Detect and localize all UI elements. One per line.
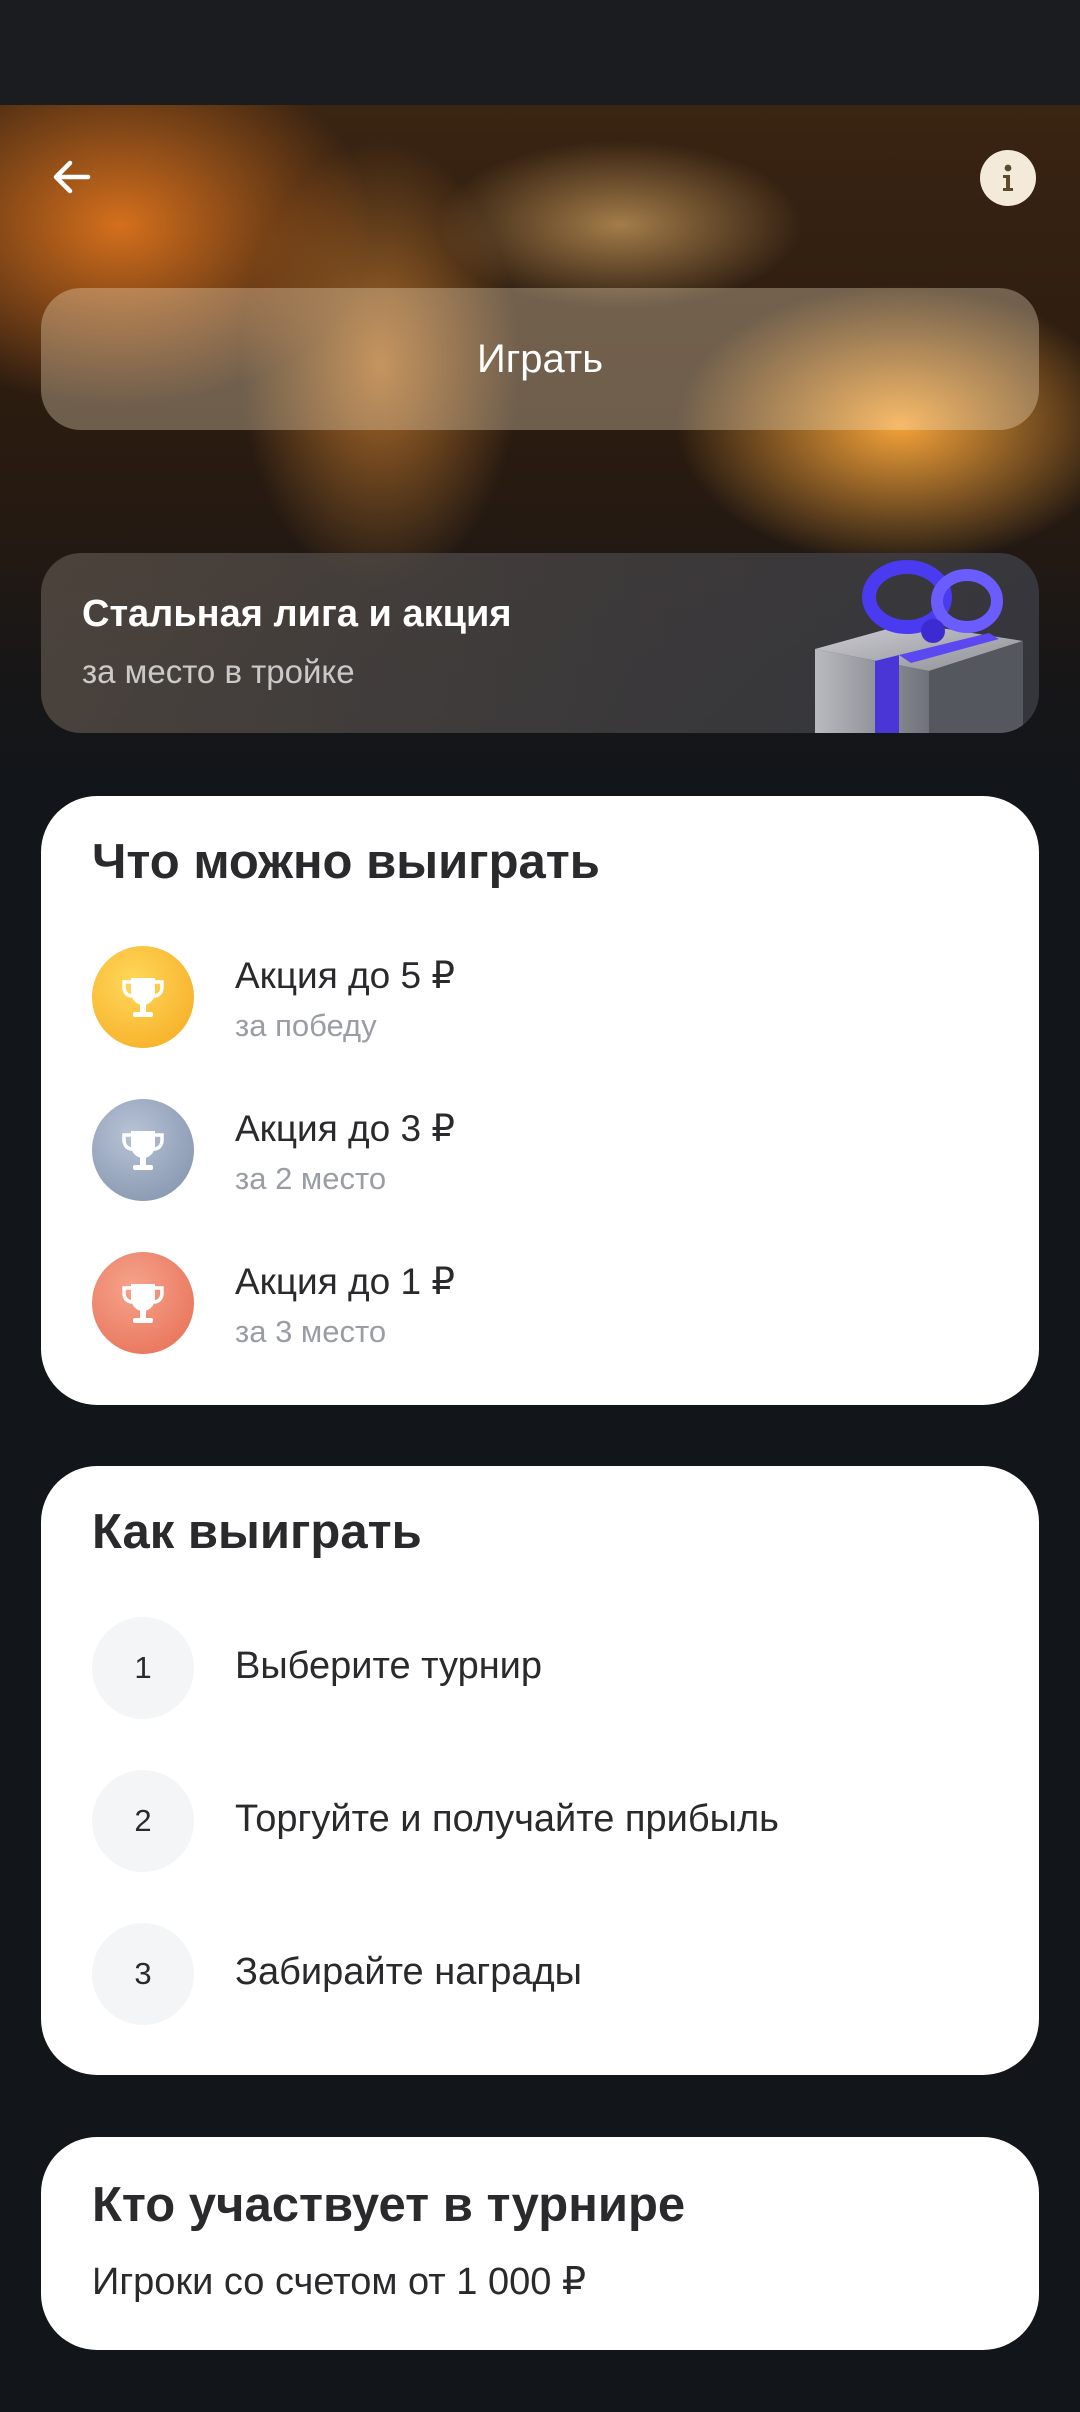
prize-title: Акция до 3 ₽ bbox=[235, 1108, 455, 1149]
prize-subtitle: за 2 место bbox=[235, 1161, 387, 1196]
prize-item-2: Акция до 3 ₽ за 2 место bbox=[92, 1099, 992, 1203]
gold-medal bbox=[92, 946, 194, 1048]
step-number: 3 bbox=[92, 1923, 194, 2025]
prize-item-3: Акция до 1 ₽ за 3 место bbox=[92, 1252, 992, 1356]
step-number: 1 bbox=[92, 1617, 194, 1719]
step-label: Выберите турнир bbox=[235, 1645, 543, 1687]
participants-title: Кто участвует в турнире bbox=[92, 2178, 686, 2232]
step-item-2: 2 Торгуйте и получайте прибыль bbox=[92, 1770, 992, 1872]
status-bar bbox=[0, 0, 1080, 105]
step-number: 2 bbox=[92, 1770, 194, 1872]
participants-card: Кто участвует в турнире Игроки со счетом… bbox=[41, 2137, 1039, 2350]
promo-banner[interactable]: Стальная лига и акция за место в тройке bbox=[41, 553, 1039, 733]
arrow-left-icon bbox=[53, 160, 91, 194]
prize-title: Акция до 5 ₽ bbox=[235, 955, 455, 996]
trophy-icon bbox=[122, 978, 164, 1017]
prize-subtitle: за победу bbox=[235, 1008, 377, 1043]
bronze-medal bbox=[92, 1252, 194, 1354]
play-button[interactable]: Играть bbox=[41, 288, 1039, 430]
participants-text: Игроки со счетом от 1 000 ₽ bbox=[92, 2261, 587, 2303]
info-icon bbox=[1003, 164, 1013, 191]
step-label: Забирайте награды bbox=[235, 1951, 582, 1993]
info-button[interactable] bbox=[980, 150, 1036, 206]
silver-medal bbox=[92, 1099, 194, 1201]
promo-title: Стальная лига и акция bbox=[82, 593, 512, 635]
step-item-1: 1 Выберите турнир bbox=[92, 1617, 992, 1719]
how-to-win-card: Как выиграть 1 Выберите турнир 2 Торгуйт… bbox=[41, 1466, 1039, 2075]
prizes-card: Что можно выиграть Акция до 5 ₽ за побед… bbox=[41, 796, 1039, 1405]
step-item-3: 3 Забирайте награды bbox=[92, 1923, 992, 2025]
prizes-title: Что можно выиграть bbox=[92, 835, 600, 889]
trophy-icon bbox=[122, 1131, 164, 1170]
trophy-icon bbox=[122, 1284, 164, 1323]
prize-subtitle: за 3 место bbox=[235, 1314, 387, 1349]
how-to-win-title: Как выиграть bbox=[92, 1505, 422, 1559]
step-label: Торгуйте и получайте прибыль bbox=[235, 1798, 779, 1840]
promo-subtitle: за место в тройке bbox=[82, 653, 355, 690]
prize-item-1: Акция до 5 ₽ за победу bbox=[92, 946, 992, 1050]
prize-title: Акция до 1 ₽ bbox=[235, 1261, 455, 1302]
back-button[interactable] bbox=[40, 145, 104, 209]
gift-box-icon bbox=[815, 560, 1023, 733]
